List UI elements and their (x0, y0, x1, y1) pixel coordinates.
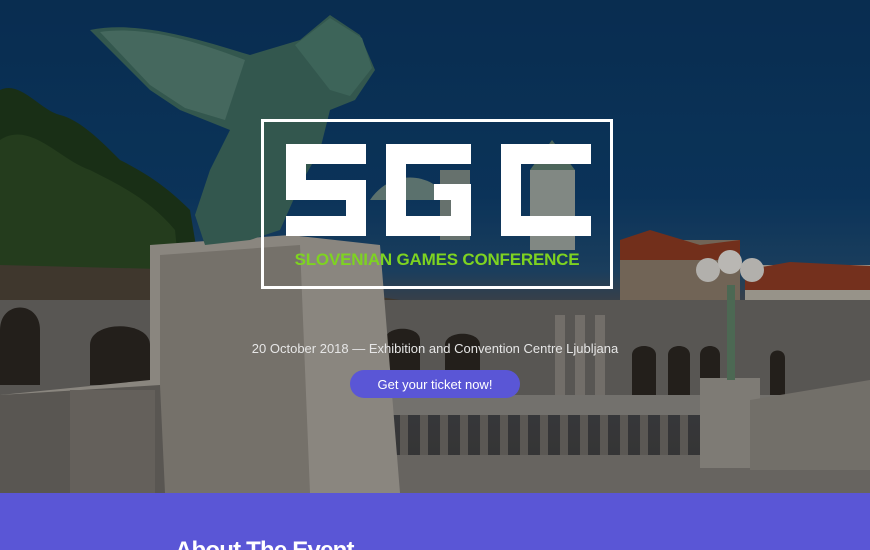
logo-subtitle: SLOVENIAN GAMES CONFERENCE (294, 250, 580, 269)
about-section-title: About The Event (175, 537, 354, 550)
hero-section: SLOVENIAN GAMES CONFERENCE 20 October 20… (0, 0, 870, 493)
logo-letters (286, 144, 591, 236)
event-date-venue: 20 October 2018 — Exhibition and Convent… (251, 341, 619, 356)
get-ticket-button[interactable]: Get your ticket now! (350, 370, 520, 398)
conference-logo: SLOVENIAN GAMES CONFERENCE (261, 119, 613, 289)
about-section: About The Event (0, 493, 870, 550)
